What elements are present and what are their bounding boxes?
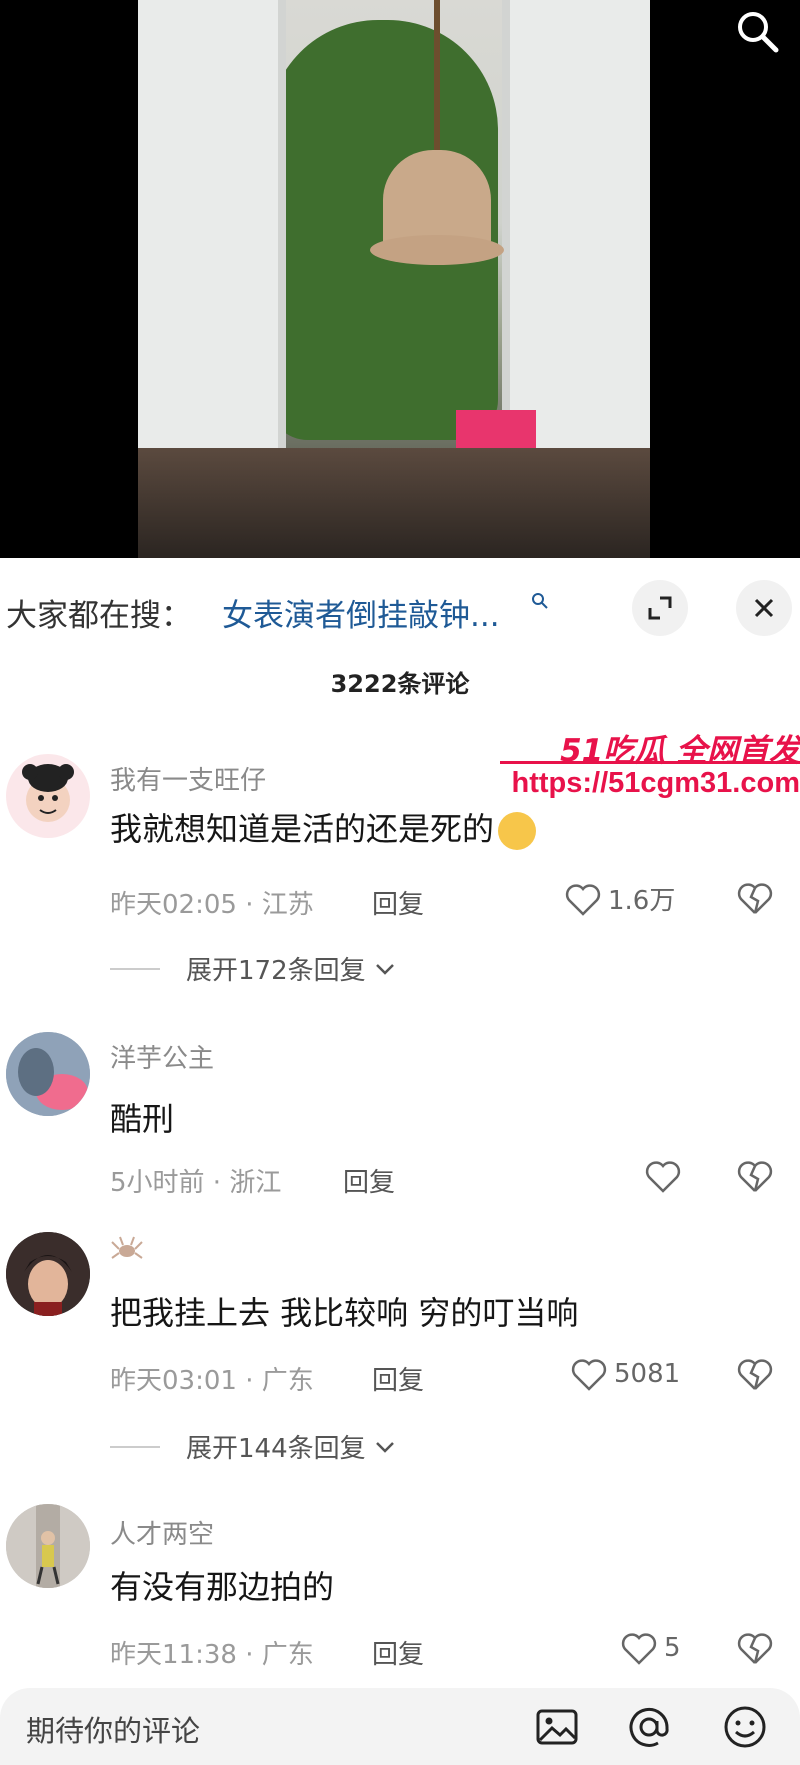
crab-icon bbox=[111, 1236, 143, 1259]
image-icon[interactable] bbox=[532, 1702, 582, 1752]
dislike-button[interactable] bbox=[736, 880, 774, 920]
divider-dash bbox=[110, 967, 160, 970]
like-button[interactable]: 5 bbox=[620, 1630, 681, 1666]
comment-input-bar: 期待你的评论 bbox=[0, 1688, 800, 1765]
comment-text: 我就想知道是活的还是死的 bbox=[110, 804, 537, 850]
search-suggestion-bar: 大家都在搜： 女表演者倒挂敲钟... bbox=[0, 558, 800, 660]
comment-text: 有没有那边拍的 bbox=[110, 1568, 335, 1606]
comment-text: 把我挂上去 我比较响 穷的叮当响 bbox=[110, 1294, 579, 1332]
heart-icon bbox=[565, 883, 601, 916]
comment-text-content: 我就想知道是活的还是死的 bbox=[110, 810, 495, 848]
watermark-url: https://51cgm31.com bbox=[511, 767, 800, 799]
like-count: 1.6万 bbox=[608, 886, 676, 916]
arch-right bbox=[502, 0, 650, 470]
comment-username[interactable]: 人才两空 bbox=[110, 1514, 214, 1551]
avatar[interactable] bbox=[6, 1032, 90, 1116]
comment-text: 酷刑 bbox=[110, 1100, 175, 1138]
comment-time-location: 昨天11:38 · 广东 bbox=[110, 1640, 314, 1670]
avatar[interactable] bbox=[6, 1232, 90, 1316]
rope bbox=[434, 0, 440, 150]
heart-icon bbox=[571, 1359, 607, 1391]
arch-left bbox=[138, 0, 286, 470]
comment-username[interactable]: 洋芋公主 bbox=[110, 1038, 214, 1075]
chevron-down-icon bbox=[375, 963, 394, 975]
reply-button[interactable]: 回复 bbox=[372, 884, 424, 921]
crowd bbox=[138, 448, 650, 558]
expand-replies[interactable]: 展开144条回复 bbox=[110, 1428, 396, 1465]
dislike-button[interactable] bbox=[736, 1356, 774, 1396]
like-button[interactable] bbox=[644, 1158, 682, 1194]
reply-button[interactable]: 回复 bbox=[372, 1360, 424, 1397]
heart-icon bbox=[621, 1633, 657, 1665]
like-button[interactable]: 5081 bbox=[570, 1356, 680, 1392]
divider-dash bbox=[110, 1445, 160, 1448]
like-button[interactable]: 1.6万 bbox=[564, 880, 675, 917]
like-count: 5081 bbox=[614, 1359, 681, 1389]
expand-icon[interactable] bbox=[632, 580, 688, 636]
comment-count: 3222条评论 bbox=[330, 670, 470, 698]
like-count: 5 bbox=[664, 1633, 681, 1663]
dislike-button[interactable] bbox=[736, 1630, 774, 1670]
broken-heart-icon bbox=[737, 1359, 773, 1390]
avatar[interactable] bbox=[6, 1504, 90, 1588]
broken-heart-icon bbox=[737, 883, 773, 914]
search-prefix-label: 大家都在搜： bbox=[6, 598, 192, 634]
search-small-icon[interactable] bbox=[531, 592, 549, 614]
heart-icon bbox=[645, 1161, 681, 1193]
comment-input[interactable]: 期待你的评论 bbox=[26, 1708, 200, 1750]
comment-username[interactable] bbox=[110, 1234, 144, 1271]
comment-time-location: 昨天03:01 · 广东 bbox=[110, 1366, 314, 1396]
search-suggestion-link[interactable]: 女表演者倒挂敲钟... bbox=[222, 590, 500, 635]
avatar[interactable] bbox=[6, 754, 90, 838]
dislike-button[interactable] bbox=[736, 1158, 774, 1198]
comment-time-location: 5小时前 · 浙江 bbox=[110, 1168, 282, 1198]
comment-time-location: 昨天02:05 · 江苏 bbox=[110, 890, 314, 920]
bell-rim bbox=[370, 235, 504, 265]
watermark-line bbox=[500, 761, 800, 764]
mention-icon[interactable] bbox=[624, 1702, 674, 1752]
expand-replies-label: 展开144条回复 bbox=[186, 1434, 366, 1464]
expand-replies-label: 展开172条回复 bbox=[186, 956, 366, 986]
video-frame bbox=[138, 0, 650, 558]
emoji-icon bbox=[498, 812, 537, 850]
broken-heart-icon bbox=[737, 1633, 773, 1664]
chevron-down-icon bbox=[375, 1441, 394, 1453]
close-icon[interactable] bbox=[736, 580, 792, 636]
watermark: 51吃瓜 全网首发 https://51cgm31.com bbox=[500, 725, 800, 815]
emoji-picker-icon[interactable] bbox=[720, 1702, 770, 1752]
expand-replies[interactable]: 展开172条回复 bbox=[110, 950, 396, 987]
reply-button[interactable]: 回复 bbox=[343, 1162, 395, 1199]
video-player[interactable] bbox=[0, 0, 800, 558]
search-icon[interactable] bbox=[732, 6, 782, 56]
broken-heart-icon bbox=[737, 1161, 773, 1192]
comment-username[interactable]: 我有一支旺仔 bbox=[110, 760, 266, 797]
reply-button[interactable]: 回复 bbox=[372, 1634, 424, 1671]
